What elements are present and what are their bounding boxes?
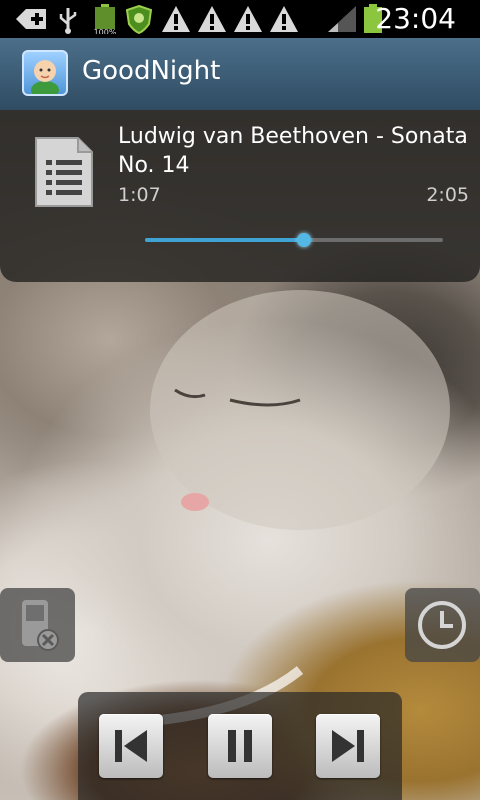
seek-progress [145, 238, 305, 242]
warning-icon [162, 6, 190, 32]
pause-icon [228, 730, 252, 762]
app-bar: GoodNight [0, 38, 480, 111]
previous-button[interactable] [99, 714, 163, 778]
playback-controls [78, 692, 402, 800]
warning-icon [234, 6, 262, 32]
status-bar: 100% 23:04 [0, 0, 480, 38]
now-playing-card: Ludwig van Beethoven - Sonata No. 14 1:0… [0, 110, 480, 282]
signal-icon [328, 6, 356, 32]
battery-full-icon: 100% [94, 4, 117, 34]
add-notification-icon [16, 9, 46, 29]
battery-percent-label: 100% [94, 28, 117, 34]
sleep-timer-button[interactable] [405, 588, 480, 662]
phone-off-icon [22, 600, 59, 651]
status-time: 23:04 [375, 2, 456, 35]
pause-button[interactable] [208, 714, 272, 778]
skip-next-icon [332, 730, 364, 762]
warning-icon [198, 6, 226, 32]
seek-thumb[interactable] [297, 233, 312, 247]
track-title: Ludwig van Beethoven - Sonata No. 14 [118, 124, 468, 178]
seek-bar[interactable] [145, 233, 443, 247]
skip-previous-icon [115, 730, 147, 762]
phone-off-button[interactable] [0, 588, 75, 662]
elapsed-time: 1:07 [118, 184, 161, 206]
antivirus-shield-icon [125, 4, 153, 34]
track-duration: 2:05 [426, 184, 469, 206]
warning-icon [270, 6, 298, 32]
app-title: GoodNight [82, 56, 221, 86]
clock-timer-icon [418, 601, 466, 649]
document-list-icon [35, 137, 93, 207]
next-button[interactable] [316, 714, 380, 778]
baby-face-icon[interactable] [22, 50, 68, 96]
usb-icon [59, 8, 77, 34]
